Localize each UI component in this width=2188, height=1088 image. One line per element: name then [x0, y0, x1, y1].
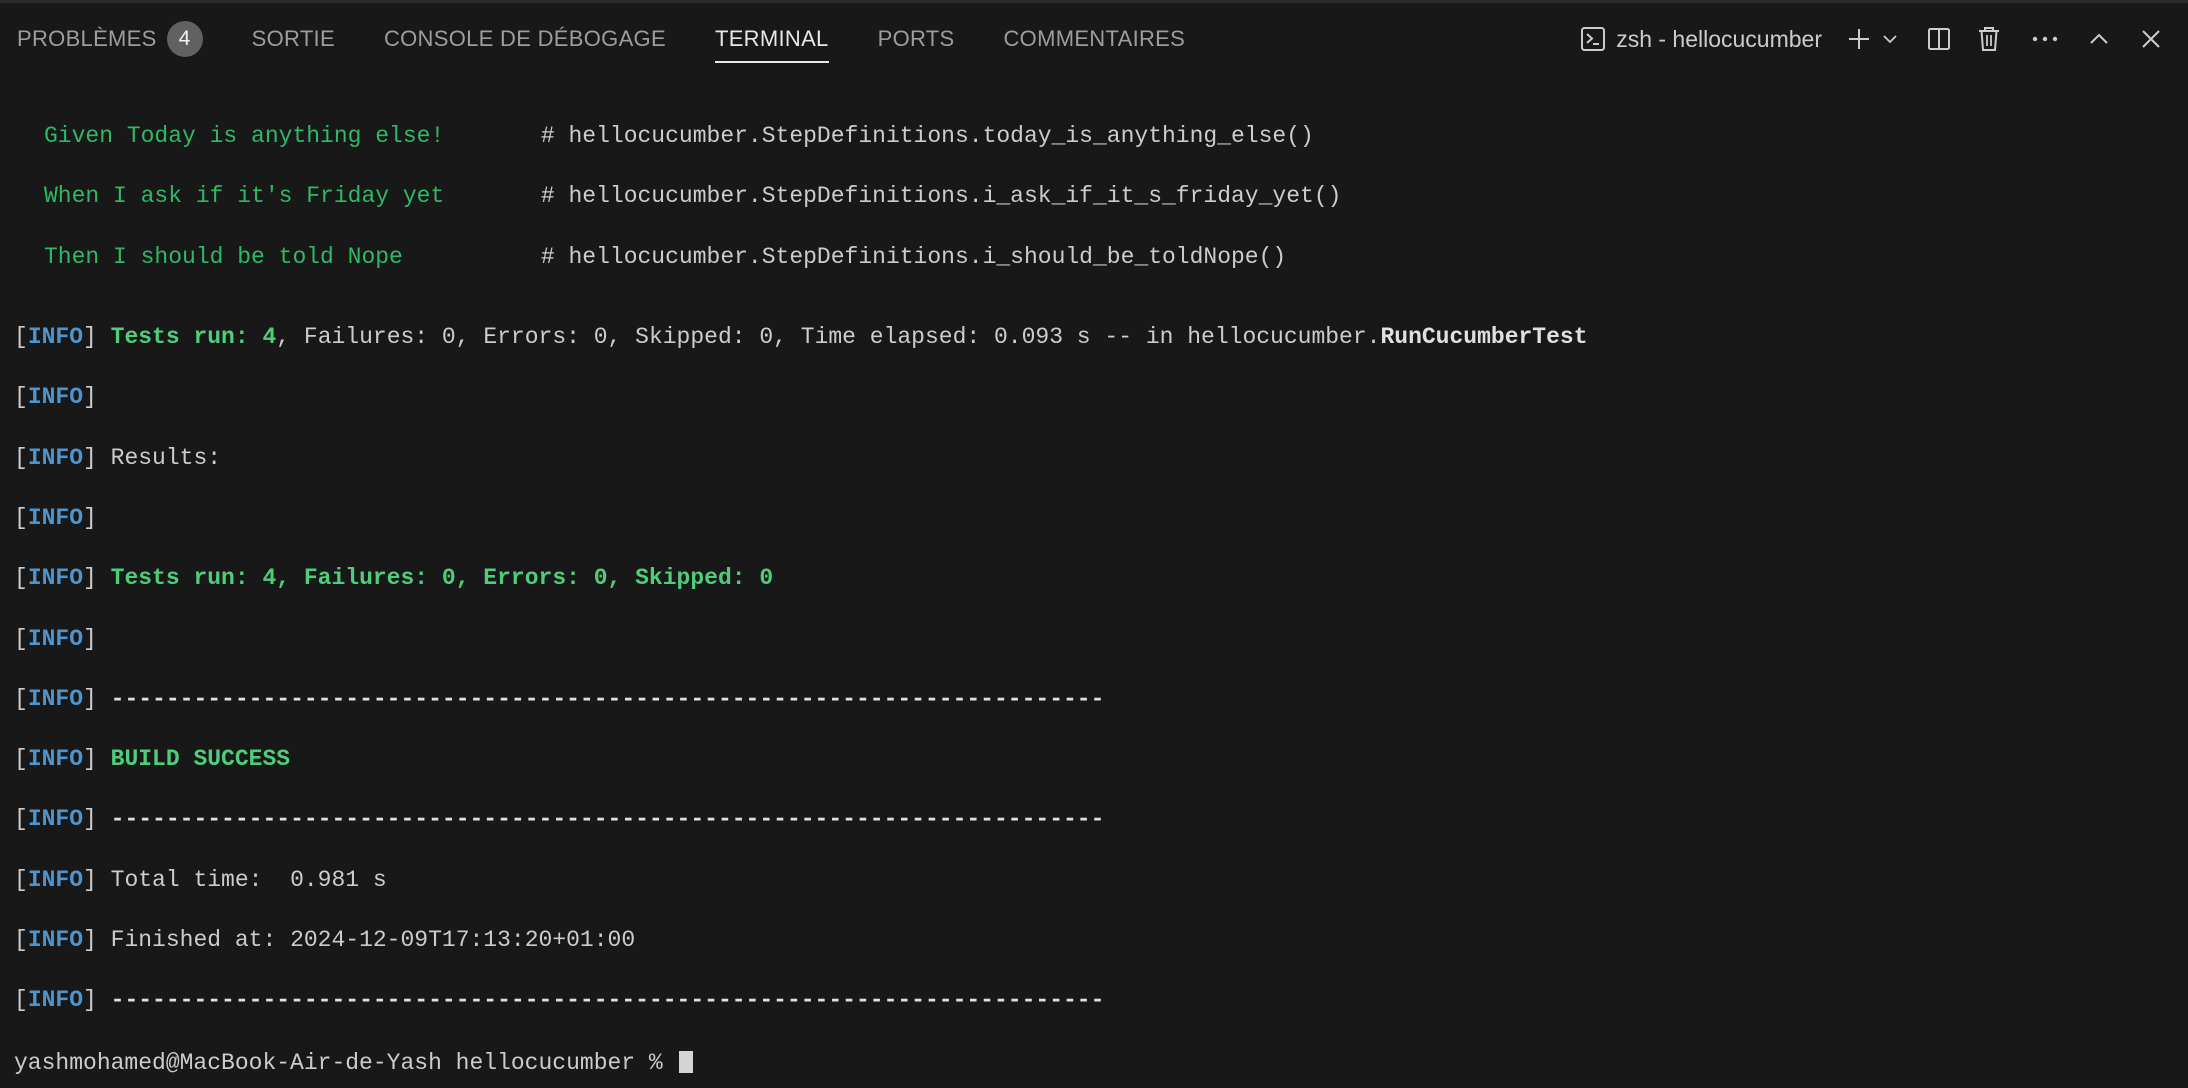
terminal-line: [INFO] Tests run: 4, Failures: 0, Errors… [0, 324, 2188, 351]
shell-prompt: yashmohamed@MacBook-Air-de-Yash hellocuc… [14, 1049, 677, 1076]
tab-ports-label: PORTS [877, 26, 955, 51]
terminal-profile-dropdown[interactable] [1878, 20, 1902, 58]
tab-comments-label: COMMENTAIRES [1003, 26, 1186, 51]
tab-debug-console[interactable]: CONSOLE DE DÉBOGAGE [384, 3, 666, 75]
tab-problems-label: PROBLÈMES [17, 26, 157, 51]
info-tag: [INFO] [14, 444, 111, 471]
terminal-line: [INFO] Tests run: 4, Failures: 0, Errors… [0, 565, 2188, 592]
finished-at: Finished at: 2024-12-09T17:13:20+01:00 [110, 926, 636, 953]
terminal-line: [INFO] ---------------------------------… [0, 806, 2188, 833]
info-tag: [INFO] [14, 625, 97, 652]
close-icon [2139, 27, 2163, 51]
maximize-panel-button[interactable] [2080, 20, 2118, 58]
tab-problems[interactable]: PROBLÈMES 4 [17, 3, 203, 75]
info-tag: [INFO] [14, 987, 111, 1014]
step-comment: # hellocucumber.StepDefinitions.today_is… [540, 123, 1314, 150]
split-terminal-button[interactable] [1920, 20, 1958, 58]
info-tag: [INFO] [14, 565, 111, 592]
panel-header: PROBLÈMES 4 SORTIE CONSOLE DE DÉBOGAGE T… [0, 3, 2188, 75]
info-tag: [INFO] [14, 866, 111, 893]
problems-count-badge: 4 [166, 21, 203, 57]
step-comment: # hellocucumber.StepDefinitions.i_should… [540, 243, 1287, 270]
step-text: When I ask if it's Friday yet [44, 183, 541, 210]
tab-output-label: SORTIE [251, 26, 335, 51]
tab-comments[interactable]: COMMENTAIRES [1003, 3, 1185, 75]
more-icon [2031, 35, 2059, 43]
terminal-cursor [678, 1050, 693, 1073]
chevron-up-icon [2087, 27, 2111, 51]
results-heading: Results: [110, 444, 222, 471]
plus-icon [1846, 26, 1872, 52]
total-time: Total time: 0.981 s [110, 866, 387, 893]
info-tag: [INFO] [14, 926, 111, 953]
terminal-line: [INFO] Total time: 0.981 s [0, 866, 2188, 893]
trash-icon [1977, 26, 2001, 52]
panel-actions: zsh - hellocucumber [1580, 3, 2188, 75]
terminal-line: [INFO] ---------------------------------… [0, 987, 2188, 1014]
info-tag: [INFO] [14, 324, 111, 351]
test-totals: Tests run: 4, Failures: 0, Errors: 0, Sk… [110, 565, 774, 592]
terminal-line: [INFO] [0, 504, 2188, 531]
terminal-line: [INFO] Results: [0, 444, 2188, 471]
info-tag: [INFO] [14, 685, 111, 712]
tab-ports[interactable]: PORTS [878, 3, 955, 75]
terminal-line: [INFO] Finished at: 2024-12-09T17:13:20+… [0, 926, 2188, 953]
terminal-line: [INFO] ---------------------------------… [0, 685, 2188, 712]
terminal-prompt-line[interactable]: yashmohamed@MacBook-Air-de-Yash hellocuc… [0, 1050, 2188, 1074]
terminal-selector-label: zsh - hellocucumber [1616, 25, 1822, 52]
separator: ----------------------------------------… [110, 806, 1105, 833]
step-text: Then I should be told Nope [44, 243, 541, 270]
terminal-line: [INFO] BUILD SUCCESS [0, 746, 2188, 773]
info-tag: [INFO] [14, 746, 111, 773]
info-tag: [INFO] [14, 806, 111, 833]
tab-output[interactable]: SORTIE [252, 3, 335, 75]
new-terminal-button[interactable] [1840, 20, 1878, 58]
terminal-line: [INFO] [0, 384, 2188, 411]
build-status: BUILD SUCCESS [110, 746, 291, 773]
separator: ----------------------------------------… [110, 685, 1105, 712]
tab-terminal-label: TERMINAL [714, 26, 829, 51]
terminal-icon [1580, 26, 1606, 52]
terminal-line: [INFO] [0, 625, 2188, 652]
tab-debug-console-label: CONSOLE DE DÉBOGAGE [383, 26, 666, 51]
step-comment: # hellocucumber.StepDefinitions.i_ask_if… [540, 183, 1342, 210]
info-tag: [INFO] [14, 504, 97, 531]
step-text: Given Today is anything else! [44, 123, 541, 150]
split-icon [1927, 27, 1951, 51]
panel-tabs: PROBLÈMES 4 SORTIE CONSOLE DE DÉBOGAGE T… [0, 3, 1234, 75]
chevron-down-icon [1881, 30, 1899, 48]
info-tag: [INFO] [14, 384, 97, 411]
tab-terminal[interactable]: TERMINAL [714, 3, 829, 75]
terminal-line: Given Today is anything else! # hellocuc… [0, 123, 2188, 150]
terminal-line: Then I should be told Nope # hellocucumb… [0, 243, 2188, 270]
test-class-name: RunCucumberTest [1380, 324, 1588, 351]
tests-run-summary: Tests run: 4 [110, 324, 277, 351]
tests-run-details: , Failures: 0, Errors: 0, Skipped: 0, Ti… [276, 324, 1381, 351]
separator: ----------------------------------------… [110, 987, 1105, 1014]
kill-terminal-button[interactable] [1970, 20, 2008, 58]
close-panel-button[interactable] [2132, 20, 2170, 58]
terminal-output[interactable]: Given Today is anything else! # hellocuc… [0, 86, 2188, 1074]
terminal-selector[interactable]: zsh - hellocucumber [1580, 26, 1822, 53]
more-actions-button[interactable] [2026, 20, 2064, 58]
terminal-line: When I ask if it's Friday yet # hellocuc… [0, 183, 2188, 210]
